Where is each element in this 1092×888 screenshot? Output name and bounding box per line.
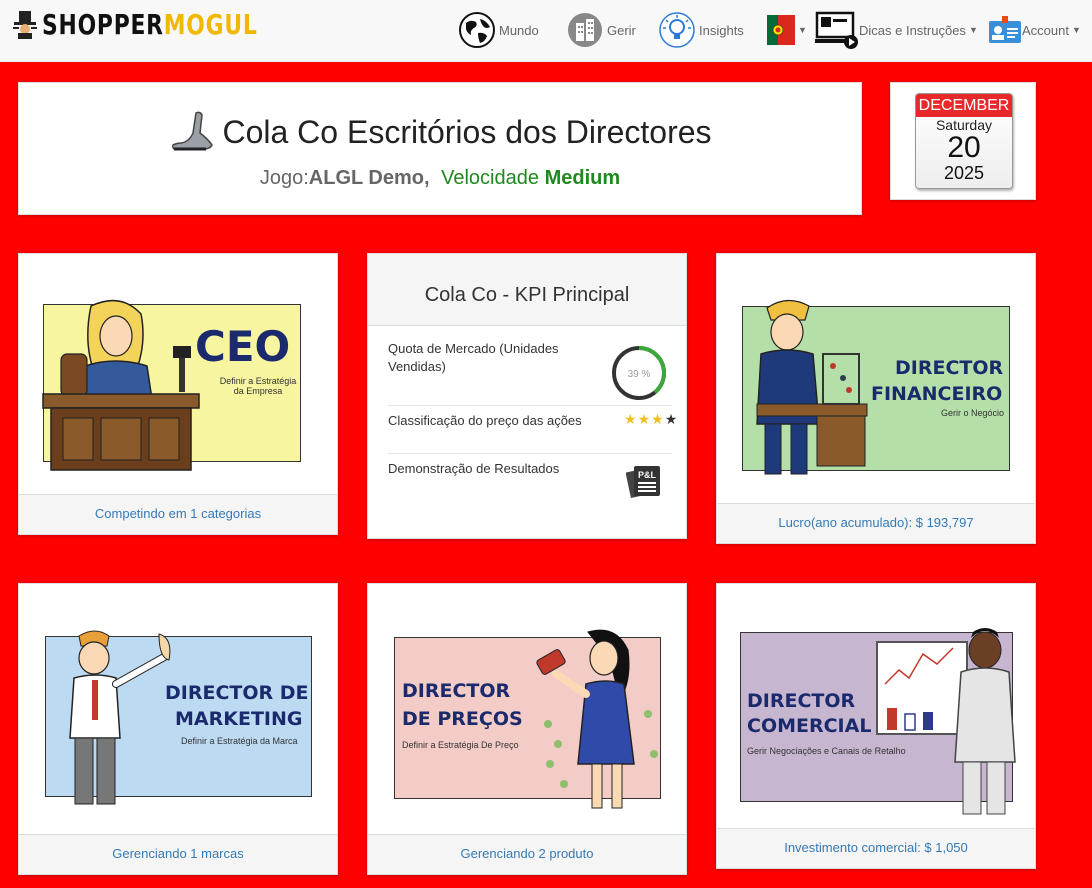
speed-value: Medium — [544, 167, 621, 189]
marketing-card[interactable]: DIRECTOR DE MARKETING Definir a Estratég… — [18, 583, 338, 875]
top-navbar: SHOPPERMOGUL Mundo Gerir Insights ▼ Dica… — [0, 0, 1092, 62]
lightbulb-icon — [659, 12, 695, 48]
marketing-footer[interactable]: Gerenciando 1 marcas — [19, 834, 337, 874]
calendar-day: 20 — [947, 131, 981, 164]
market-share-value: 39 % — [628, 369, 651, 380]
market-share-gauge: 39 % — [612, 346, 666, 400]
marketing-character-icon — [69, 630, 171, 805]
nav-gerir[interactable]: Gerir — [566, 10, 636, 50]
chevron-down-icon: ▼ — [1071, 25, 1081, 35]
kpi-income-statement-row[interactable]: Demonstração de Resultados P&L — [388, 454, 672, 508]
game-name: ALGL Demo, — [308, 167, 430, 189]
precos-card[interactable]: DIRECTOR DE PREÇOS Definir a Estratégia … — [367, 583, 687, 875]
shoe-icon — [172, 111, 214, 151]
comercial-title-1: DIRECTOR — [747, 690, 856, 712]
nav-gerir-label: Gerir — [607, 22, 636, 38]
marketing-title-1: DIRECTOR DE — [165, 682, 309, 704]
brand-logo[interactable]: SHOPPERMOGUL — [10, 6, 318, 42]
star-filled-icon: ★ — [637, 411, 652, 427]
financeiro-character-icon — [756, 299, 868, 475]
ceo-title: CEO — [195, 322, 291, 371]
nav-insights-label: Insights — [699, 22, 744, 38]
game-label: Jogo: — [259, 167, 309, 189]
income-statement-label: Demonstração de Resultados — [388, 461, 560, 476]
precos-footer[interactable]: Gerenciando 2 produto — [368, 834, 686, 874]
nav-mundo[interactable]: Mundo — [458, 10, 539, 50]
id-card-icon — [989, 16, 1021, 43]
office-title-panel: Cola Co Escritórios dos Directores Jogo:… — [18, 82, 862, 215]
calendar-year: 2025 — [943, 163, 985, 183]
nav-language[interactable]: ▼ — [767, 10, 807, 50]
nav-insights[interactable]: Insights — [658, 10, 744, 50]
page-title: Cola Co Escritórios dos Directores — [222, 113, 712, 150]
star-filled-icon: ★ — [624, 411, 638, 427]
financeiro-card[interactable]: DIRECTOR FINANCEIRO Gerir o Negócio Lucr… — [716, 253, 1036, 544]
comercial-subtitle: Gerir Negociações e Canais de Retalho — [747, 746, 906, 756]
precos-subtitle: Definir a Estratégia De Preço — [402, 740, 519, 750]
kpi-panel: Cola Co - KPI Principal Quota de Mercado… — [367, 253, 687, 539]
comercial-character-icon — [876, 628, 1016, 815]
kpi-title: Cola Co - KPI Principal — [368, 254, 686, 326]
ceo-subtitle: Definir a Estratégia da Empresa — [219, 376, 297, 396]
kpi-market-share-row[interactable]: Quota de Mercado (Unidades Vendidas) 39 … — [388, 340, 672, 406]
marketing-title-2: MARKETING — [175, 708, 303, 730]
stock-rating-stars: ★★★★ — [624, 410, 677, 428]
globe-icon — [459, 12, 495, 48]
chevron-down-icon: ▼ — [968, 25, 978, 35]
stock-rating-label: Classificação do preço das ações — [388, 413, 582, 428]
calendar-month: DECEMBER — [916, 94, 1012, 117]
buildings-icon — [568, 13, 602, 47]
precos-title-1: DIRECTOR — [402, 680, 511, 702]
market-share-label: Quota de Mercado (Unidades Vendidas) — [388, 341, 559, 374]
financeiro-footer[interactable]: Lucro(ano acumulado): $ 193,797 — [717, 503, 1035, 543]
nav-dicas[interactable]: Dicas e Instruções ▼ — [815, 10, 978, 50]
calendar-icon: DECEMBER Saturday 20 2025 — [915, 93, 1013, 189]
precos-title-2: DE PREÇOS — [402, 708, 523, 730]
nav-dicas-label: Dicas e Instruções — [859, 22, 966, 38]
financeiro-title-1: DIRECTOR — [895, 357, 1004, 379]
game-info: Jogo:ALGL Demo, Velocidade Medium — [19, 167, 861, 190]
speed-label: Velocidade — [441, 167, 539, 189]
date-panel: DECEMBER Saturday 20 2025 — [890, 82, 1036, 200]
financeiro-subtitle: Gerir o Negócio — [941, 408, 1005, 418]
comercial-title-2: COMERCIAL — [747, 715, 872, 737]
portugal-flag-icon — [767, 15, 795, 45]
precos-character-icon — [536, 629, 658, 809]
top-hat-icon — [13, 11, 37, 39]
star-empty-icon: ★ — [664, 411, 679, 427]
ceo-footer[interactable]: Competindo em 1 categorias — [19, 494, 337, 534]
financeiro-title-2: FINANCEIRO — [871, 383, 1003, 405]
brand-wordmark: SHOPPERMOGUL — [42, 7, 258, 41]
marketing-subtitle: Definir a Estratégia da Marca — [181, 736, 298, 746]
star-filled-icon: ★ — [651, 411, 665, 427]
nav-mundo-label: Mundo — [499, 22, 539, 38]
chevron-down-icon: ▼ — [798, 25, 807, 35]
nav-account[interactable]: Account ▼ — [988, 10, 1081, 50]
comercial-footer[interactable]: Investimento comercial: $ 1,050 — [717, 828, 1035, 868]
kpi-stock-rating-row[interactable]: Classificação do preço das ações ★★★★ — [388, 406, 677, 454]
nav-account-label: Account — [1022, 22, 1069, 38]
ceo-character-icon — [42, 299, 200, 471]
pl-report-icon[interactable]: P&L — [626, 462, 664, 500]
pl-icon-text: P&L — [638, 470, 657, 480]
tutorial-video-icon — [815, 11, 858, 49]
comercial-card[interactable]: DIRECTOR COMERCIAL Gerir Negociações e C… — [716, 583, 1036, 869]
ceo-card[interactable]: CEO Definir a Estratégia da Empresa Comp… — [18, 253, 338, 535]
